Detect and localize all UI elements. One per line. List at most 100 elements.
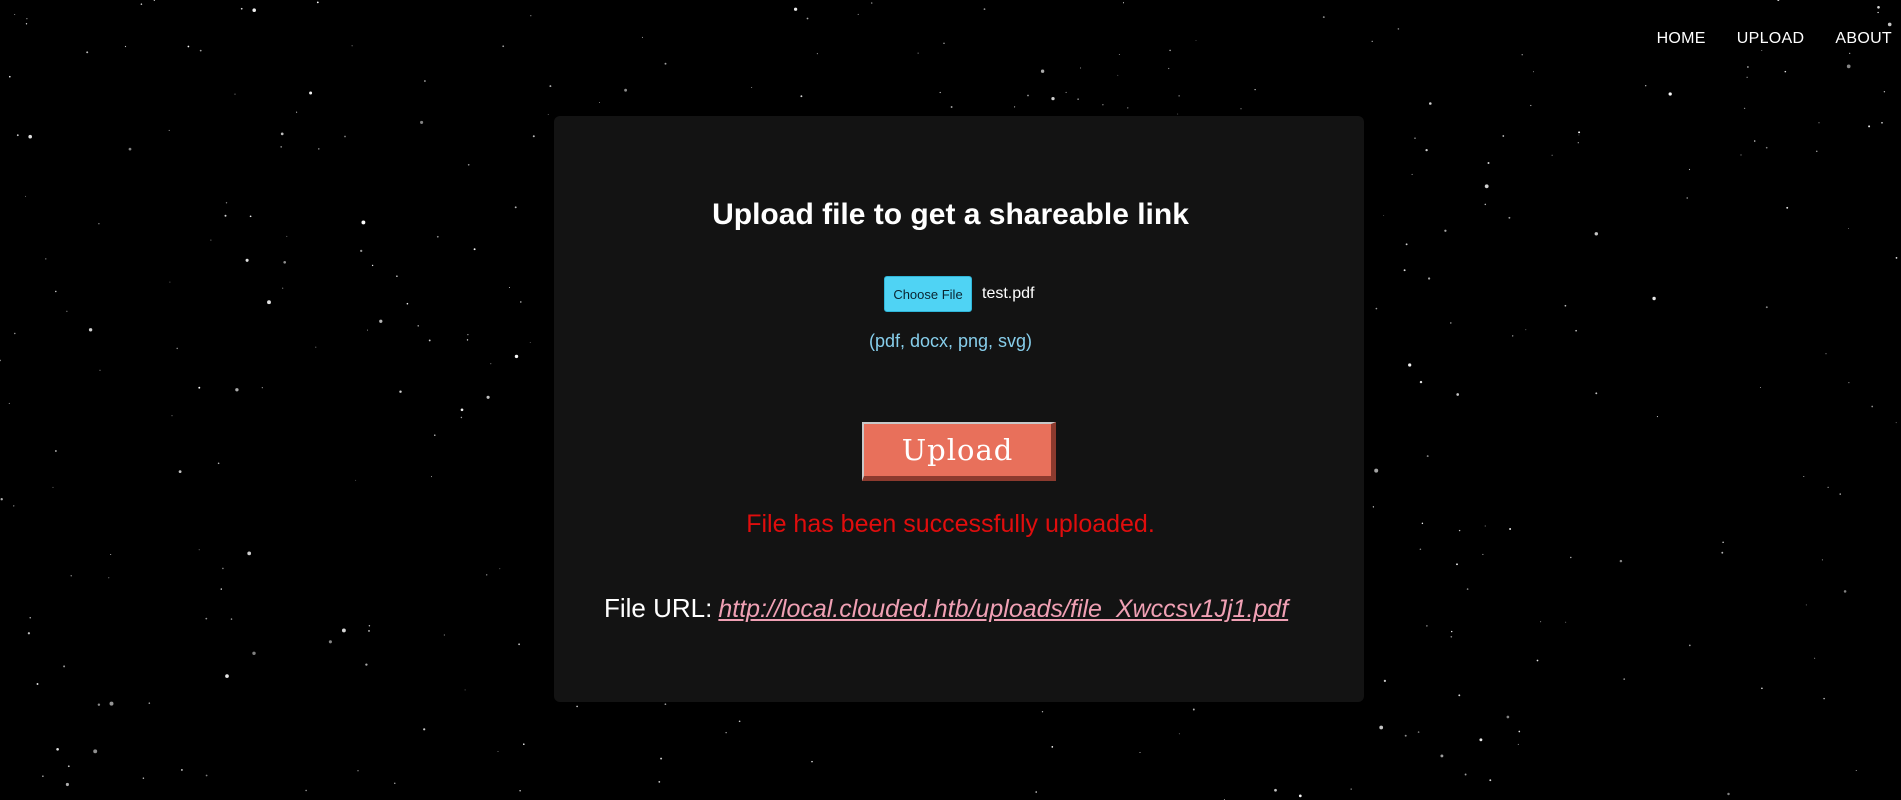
star <box>13 505 15 507</box>
star <box>1080 67 1082 69</box>
star <box>1814 657 1816 659</box>
star <box>1051 96 1055 101</box>
star <box>280 146 283 148</box>
star <box>1440 754 1444 758</box>
star <box>486 395 490 399</box>
star <box>267 300 271 305</box>
star <box>65 782 69 787</box>
star <box>434 434 436 436</box>
star <box>368 630 370 632</box>
star <box>1397 28 1400 30</box>
star <box>406 302 409 305</box>
star <box>1374 468 1379 473</box>
star <box>1451 630 1453 633</box>
star <box>1521 54 1523 56</box>
star <box>1881 121 1883 124</box>
star <box>1419 380 1423 384</box>
star <box>486 574 488 576</box>
star <box>1035 791 1037 793</box>
star <box>371 264 374 267</box>
star <box>1645 85 1647 87</box>
star <box>1169 49 1171 52</box>
star <box>0 359 1 362</box>
star <box>1322 16 1325 19</box>
star <box>806 17 809 20</box>
star <box>532 135 535 138</box>
star <box>1041 711 1044 713</box>
star <box>235 388 239 392</box>
star <box>8 402 10 404</box>
nav-about-link[interactable]: ABOUT <box>1835 30 1892 48</box>
star <box>423 728 426 731</box>
star <box>1668 92 1672 96</box>
nav-home-link[interactable]: HOME <box>1657 30 1706 48</box>
star <box>357 770 359 772</box>
star <box>67 765 70 768</box>
star <box>460 416 463 419</box>
star <box>664 62 667 65</box>
star <box>379 319 383 323</box>
star <box>109 701 114 706</box>
star <box>1077 98 1079 100</box>
star <box>508 287 510 288</box>
upload-button[interactable]: Upload <box>862 422 1056 481</box>
star <box>1843 590 1847 593</box>
star <box>1525 329 1527 331</box>
star <box>16 134 19 137</box>
star <box>252 8 256 12</box>
star <box>1487 162 1490 164</box>
star <box>490 363 492 365</box>
star <box>27 632 31 635</box>
star <box>1761 49 1763 51</box>
star <box>344 135 346 138</box>
star <box>240 7 243 10</box>
star <box>443 634 445 636</box>
star <box>1849 52 1851 54</box>
star <box>1594 232 1599 236</box>
star <box>171 415 173 417</box>
star <box>467 163 470 166</box>
star <box>417 325 419 327</box>
star <box>870 2 873 4</box>
star <box>1883 91 1886 93</box>
star <box>1848 382 1850 384</box>
star <box>86 51 89 54</box>
upload-status-message: File has been successfully uploaded. <box>746 510 1155 538</box>
star <box>1298 794 1302 798</box>
star <box>1818 122 1820 124</box>
star <box>1578 131 1581 134</box>
file-url-link[interactable]: http://local.clouded.htb/uploads/file_Xw… <box>718 595 1288 624</box>
nav-upload-link[interactable]: UPLOAD <box>1737 30 1805 48</box>
star <box>305 789 307 792</box>
star <box>1408 363 1412 367</box>
star <box>1117 74 1119 76</box>
star <box>1877 11 1879 14</box>
star <box>1722 541 1724 543</box>
star <box>55 450 57 452</box>
star <box>1379 725 1384 730</box>
star <box>1426 455 1429 458</box>
star <box>1122 2 1125 4</box>
star <box>1484 184 1489 189</box>
star <box>420 120 424 124</box>
star <box>25 195 27 197</box>
star <box>328 640 332 644</box>
star <box>52 486 54 488</box>
star <box>247 551 252 556</box>
star <box>1127 107 1129 109</box>
star <box>286 235 288 237</box>
star <box>1846 64 1851 69</box>
star <box>1371 40 1373 43</box>
star <box>245 258 249 262</box>
star <box>1065 91 1067 93</box>
star <box>641 36 643 38</box>
star <box>25 23 28 25</box>
star <box>1688 168 1691 171</box>
star <box>1887 22 1892 27</box>
choose-file-button[interactable]: Choose File <box>884 276 972 312</box>
star <box>63 665 66 668</box>
star <box>230 618 233 620</box>
star <box>499 568 501 570</box>
star <box>1816 150 1818 152</box>
page-background: HOME UPLOAD ABOUT Upload file to get a s… <box>0 0 1901 800</box>
